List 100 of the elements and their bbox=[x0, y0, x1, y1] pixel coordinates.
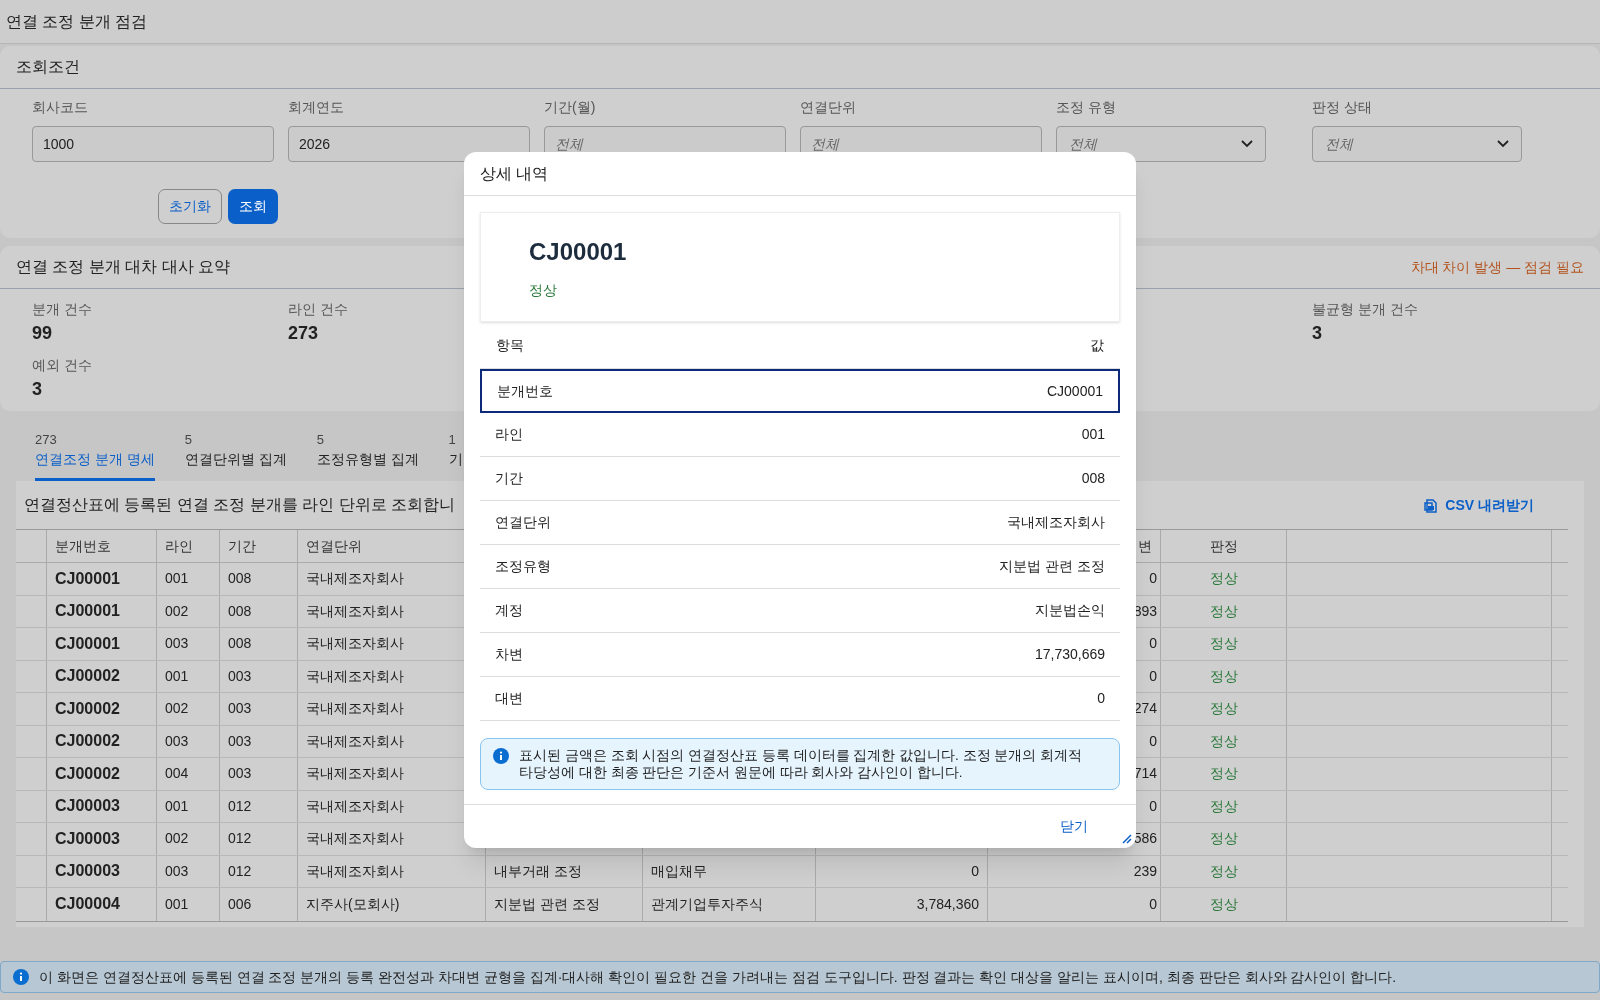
table-cell-text: 001 bbox=[165, 894, 189, 914]
field-label: 조정 유형 bbox=[1056, 98, 1117, 117]
detail-row[interactable]: 계정 지분법손익 bbox=[480, 589, 1120, 633]
table-cell-text: 국내제조자회사 bbox=[306, 569, 404, 589]
table-cell-text: 003 bbox=[228, 666, 252, 686]
table-cell-text: 내부거래 조정 bbox=[494, 861, 582, 881]
table-cell-text: 국내제조자회사 bbox=[306, 796, 404, 816]
select-field[interactable]: 전체 bbox=[1312, 126, 1522, 162]
chevron-down-icon bbox=[1241, 140, 1253, 148]
table-cell-text: 006 bbox=[228, 894, 252, 914]
info-text: 이 화면은 연결정산표에 등록된 연결 조정 분개의 등록 완전성과 차대변 균형을 집계·대사해 확인이 필요한 건을 가려내는 점검 도구입니다. 판정 결과는 확인 대상을 알리는 표시이며, 최종 판단은 회사와 감사인이 합니다. bbox=[39, 967, 1397, 987]
table-cell-text: 008 bbox=[228, 569, 252, 589]
table-cell-text: 국내제조자회사 bbox=[306, 829, 404, 849]
status-text: 정상 bbox=[1209, 861, 1238, 881]
metric-label: 분개 건수 bbox=[32, 300, 92, 319]
table-cell-text: 0 bbox=[1149, 634, 1157, 654]
metric-value: 273 bbox=[288, 322, 319, 345]
table-cell-text: 002 bbox=[165, 829, 189, 849]
table-cell-text: 0 bbox=[1149, 731, 1157, 751]
table-cell-text: 003 bbox=[165, 861, 189, 881]
tab[interactable]: 1 기 bbox=[448, 429, 463, 481]
table-cell-text: 012 bbox=[228, 796, 252, 816]
table-cell-text: 국내제조자회사 bbox=[306, 861, 404, 881]
table-cell-text: CJ00002 bbox=[55, 698, 120, 719]
select-field[interactable]: 전체 bbox=[1056, 126, 1266, 162]
table-cell-text: 001 bbox=[165, 569, 189, 589]
status-text: 정상 bbox=[1209, 731, 1238, 751]
dialog-title: 상세 내역 bbox=[480, 163, 549, 184]
status-text: 정상 bbox=[1209, 666, 1238, 686]
table-cell-text: 003 bbox=[165, 731, 189, 751]
info-text: 표시된 금액은 조회 시점의 연결정산표 등록 데이터를 집계한 값입니다. 조정 분개의 회계적 타당성에 대한 최종 판단은 기준서 원문에 따라 회사와 감사인이 합니다. bbox=[519, 747, 1083, 781]
detail-row[interactable]: 조정유형 지분법 관련 조정 bbox=[480, 545, 1120, 589]
table-cell-text: 0 bbox=[1149, 569, 1157, 589]
table-cell-text: 0 bbox=[971, 861, 979, 881]
detail-row[interactable]: 분개번호 CJ00001 bbox=[480, 369, 1120, 413]
table-cell-text: 국내제조자회사 bbox=[306, 601, 404, 621]
table-cell-text: 002 bbox=[165, 601, 189, 621]
field-label: 회사코드 bbox=[32, 98, 89, 117]
table-cell-text: 003 bbox=[165, 634, 189, 654]
close-button[interactable]: 닫기 bbox=[1060, 816, 1088, 837]
table-cell-text: 012 bbox=[228, 861, 252, 881]
table-cell-text: 002 bbox=[165, 699, 189, 719]
reset-button[interactable]: 초기화 bbox=[158, 189, 222, 224]
table-cell-text: 003 bbox=[228, 731, 252, 751]
table-description: 연결정산표에 등록된 연결 조정 분개를 라인 단위로 조회합니 bbox=[24, 495, 456, 515]
table-cell-text: CJ00001 bbox=[55, 568, 120, 589]
metric-value: 3 bbox=[32, 378, 42, 401]
table-cell-text: 국내제조자회사 bbox=[306, 731, 404, 751]
table-cell-text: 0 bbox=[1149, 894, 1157, 914]
detail-row[interactable]: 기간 008 bbox=[480, 457, 1120, 501]
table-cell-text: 3,784,360 bbox=[916, 894, 979, 914]
search-button[interactable]: 조회 bbox=[228, 189, 278, 224]
detail-row[interactable]: 차변 17,730,669 bbox=[480, 633, 1120, 677]
table-cell-text: 003 bbox=[228, 764, 252, 784]
table-cell-text: CJ00004 bbox=[55, 894, 120, 915]
input-field[interactable]: 1000 bbox=[32, 126, 274, 162]
table-cell-text: 239 bbox=[1133, 861, 1157, 881]
status-text: 정상 bbox=[1209, 796, 1238, 816]
table-cell-text: 004 bbox=[165, 764, 189, 784]
csv-download-link[interactable]: CSV 내려받기 bbox=[1423, 494, 1534, 516]
column-header: 변 bbox=[1138, 536, 1152, 556]
table-cell-text: 국내제조자회사 bbox=[306, 764, 404, 784]
page-title: 연결 조정 분개 점검 bbox=[6, 11, 148, 32]
field-label: 연결단위 bbox=[800, 98, 857, 117]
table-cell-text: 국내제조자회사 bbox=[306, 666, 404, 686]
info-icon bbox=[13, 969, 29, 985]
status-text: 정상 bbox=[529, 280, 558, 300]
column-header: 항목 bbox=[496, 335, 524, 355]
warning-text: 차대 차이 발생 — 점검 필요 bbox=[1410, 257, 1584, 277]
table-cell-text: 국내제조자회사 bbox=[306, 634, 404, 654]
table-cell-text: 관계기업투자주식 bbox=[651, 894, 763, 914]
input-field[interactable]: 2026 bbox=[288, 126, 530, 162]
resize-handle-icon[interactable] bbox=[1122, 834, 1132, 844]
spreadsheet-icon bbox=[1423, 497, 1440, 513]
status-text: 정상 bbox=[1209, 764, 1238, 784]
status-text: 정상 bbox=[1209, 699, 1238, 719]
column-header: 값 bbox=[1090, 335, 1104, 355]
detail-row[interactable]: 라인 001 bbox=[480, 413, 1120, 457]
table-cell-text: CJ00001 bbox=[55, 633, 120, 654]
table-cell-text: CJ00002 bbox=[55, 731, 120, 752]
column-header: 기간 bbox=[228, 536, 256, 556]
status-text: 정상 bbox=[1209, 569, 1238, 589]
status-text: 정상 bbox=[1209, 894, 1238, 914]
table-cell-text: 714 bbox=[1133, 764, 1157, 784]
metric-label: 불균형 분개 건수 bbox=[1312, 300, 1418, 319]
table-cell-text: CJ00003 bbox=[55, 828, 120, 849]
tab[interactable]: 5 조정유형별 집계 bbox=[316, 429, 419, 481]
table-cell-text: 586 bbox=[1133, 829, 1157, 849]
table-cell-text: CJ00003 bbox=[55, 796, 120, 817]
table-cell-text: CJ00002 bbox=[55, 666, 120, 687]
detail-row[interactable]: 대변 0 bbox=[480, 677, 1120, 721]
table-cell-text: CJ00003 bbox=[55, 861, 120, 882]
table-cell-text: 지분법 관련 조정 bbox=[494, 894, 600, 914]
table-cell-text: 012 bbox=[228, 829, 252, 849]
info-icon bbox=[493, 748, 509, 764]
table-cell-text: CJ00002 bbox=[55, 763, 120, 784]
column-header: 연결단위 bbox=[306, 536, 362, 556]
detail-row[interactable]: 연결단위 국내제조자회사 bbox=[480, 501, 1120, 545]
table-cell-text: 001 bbox=[165, 796, 189, 816]
tab[interactable]: 5 연결단위별 집계 bbox=[184, 429, 287, 481]
